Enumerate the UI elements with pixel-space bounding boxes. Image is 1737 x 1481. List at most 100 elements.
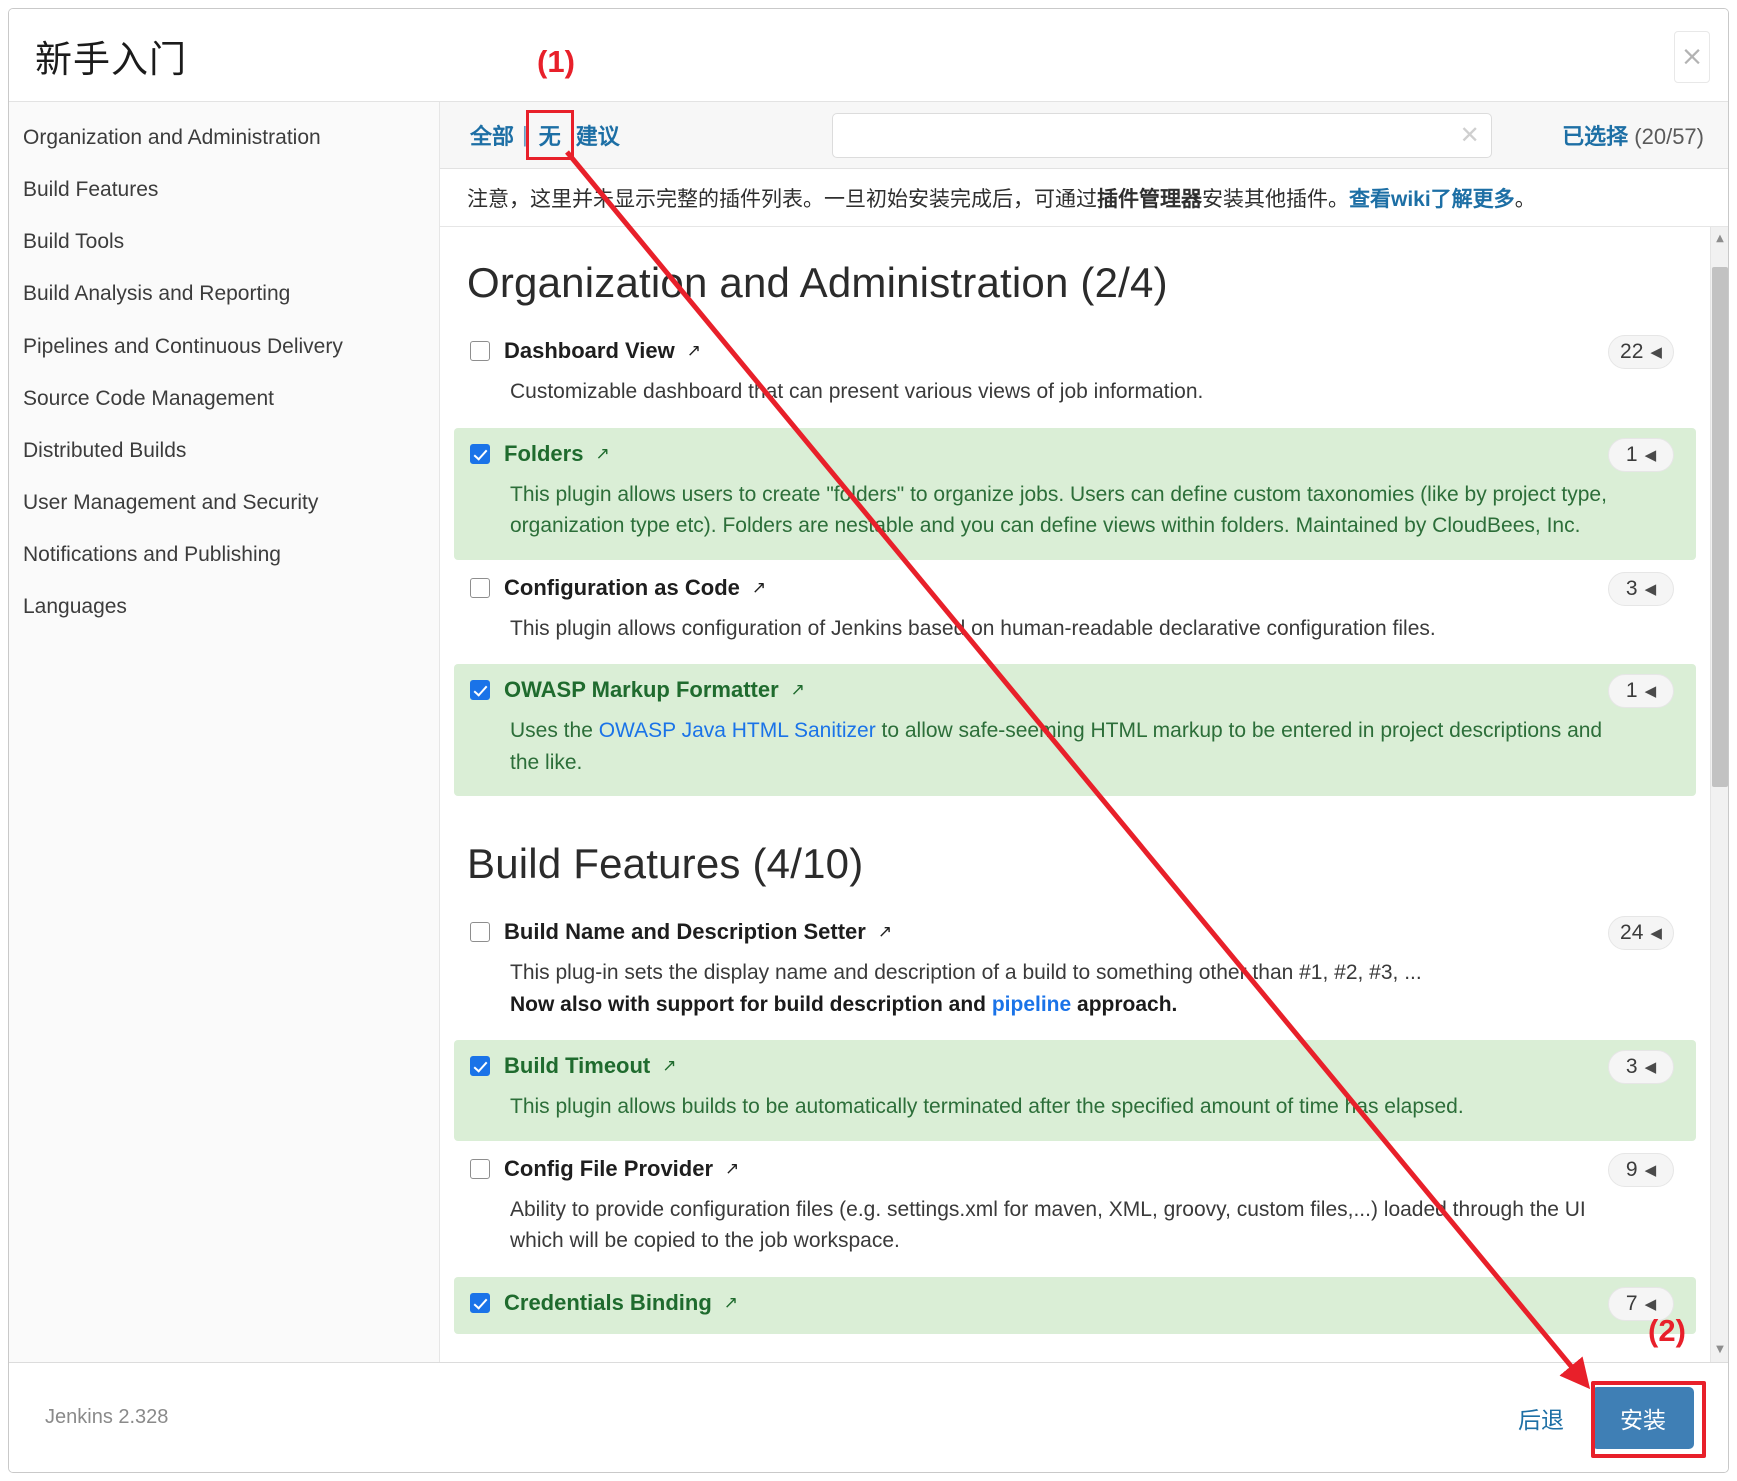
plugin-header: Config File Provider ↗ bbox=[470, 1156, 1680, 1182]
plugin-checkbox-config-file-provider[interactable] bbox=[470, 1158, 490, 1179]
dependency-count: 22 bbox=[1620, 340, 1644, 363]
plugin-row-owasp-markup-formatter[interactable]: OWASP Markup Formatter ↗ Uses the OWASP … bbox=[454, 664, 1696, 796]
plugin-header: Folders ↗ bbox=[470, 441, 1680, 467]
plugin-row-build-timeout[interactable]: Build Timeout ↗ This plugin allows build… bbox=[454, 1040, 1696, 1141]
scrollbar-thumb[interactable] bbox=[1712, 267, 1728, 787]
tab-select-suggested[interactable]: 建议 bbox=[570, 117, 626, 153]
category-sidebar: Organization and Administration Build Fe… bbox=[9, 102, 440, 1362]
external-link-icon[interactable]: ↗ bbox=[725, 1159, 739, 1179]
jenkins-version: Jenkins 2.328 bbox=[45, 1406, 169, 1428]
dependency-badge-build-timeout[interactable]: 3 ◀ bbox=[1608, 1050, 1674, 1084]
plugin-description: Ability to provide configuration files (… bbox=[510, 1197, 1586, 1253]
plugin-name-dashboard-view[interactable]: Dashboard View bbox=[504, 338, 675, 364]
group-title-build-features: Build Features (4/10) bbox=[467, 840, 864, 887]
plugin-name-config-file-provider[interactable]: Config File Provider bbox=[504, 1156, 713, 1182]
plugin-name-build-timeout[interactable]: Build Timeout bbox=[504, 1053, 650, 1079]
external-link-icon[interactable]: ↗ bbox=[878, 922, 892, 942]
caret-left-icon: ◀ bbox=[1650, 924, 1662, 942]
plugin-header: Build Timeout ↗ bbox=[470, 1053, 1680, 1079]
plugin-search: ✕ bbox=[831, 112, 1492, 158]
plugin-name-folders[interactable]: Folders bbox=[504, 441, 583, 467]
plugin-description: Uses the OWASP Java HTML Sanitizer to al… bbox=[510, 719, 1603, 774]
plugin-checkbox-build-name-and-description-setter[interactable] bbox=[470, 922, 490, 942]
dependency-badge-dashboard-view[interactable]: 22 ◀ bbox=[1608, 335, 1674, 369]
plugin-row-build-name-and-description-setter[interactable]: Build Name and Description Setter ↗ This… bbox=[454, 906, 1696, 1038]
plugin-row-dashboard-view[interactable]: Dashboard View ↗ Customizable dashboard … bbox=[454, 325, 1696, 426]
notice-text-3: 。 bbox=[1514, 187, 1536, 211]
tab-select-all[interactable]: 全部 bbox=[464, 117, 520, 153]
sidebar-item-user-management-and-security[interactable]: User Management and Security bbox=[9, 477, 439, 529]
plugin-main-panel: 全部 | 无 建议 ✕ 已选择 (20/57) 注意，这里并未显示完整的插件列表… bbox=[440, 102, 1728, 1362]
search-input[interactable] bbox=[831, 112, 1492, 158]
sidebar-item-build-analysis-and-reporting[interactable]: Build Analysis and Reporting bbox=[9, 268, 439, 320]
scroll-down-icon[interactable]: ▼ bbox=[1711, 1340, 1728, 1358]
notice-text-1: 注意，这里并未显示完整的插件列表。一旦初始安装完成后，可通过 bbox=[467, 187, 1097, 211]
plugin-name-owasp-markup-formatter[interactable]: OWASP Markup Formatter bbox=[504, 677, 779, 703]
selected-count-value: (20/57) bbox=[1634, 124, 1704, 149]
plugin-name-credentials-binding[interactable]: Credentials Binding bbox=[504, 1290, 712, 1316]
plugin-header: Credentials Binding ↗ bbox=[470, 1290, 1680, 1316]
plugin-row-folders[interactable]: Folders ↗ This plugin allows users to cr… bbox=[454, 427, 1696, 560]
caret-left-icon: ◀ bbox=[1644, 1294, 1657, 1313]
dependency-count: 3 bbox=[1625, 576, 1638, 600]
plugin-checkbox-owasp-markup-formatter[interactable] bbox=[470, 680, 490, 700]
plugin-name-configuration-as-code[interactable]: Configuration as Code bbox=[504, 575, 740, 601]
group-title-organization-and-administration: Organization and Administration (2/4) bbox=[467, 259, 1168, 306]
notice-wiki-link[interactable]: 查看wiki了解更多 bbox=[1349, 183, 1515, 213]
plugin-checkbox-folders[interactable] bbox=[470, 443, 490, 464]
caret-left-icon: ◀ bbox=[1644, 579, 1657, 598]
dialog-titlebar: 新手入门 × bbox=[9, 9, 1728, 102]
caret-left-icon: ◀ bbox=[1644, 682, 1657, 700]
caret-left-icon: ◀ bbox=[1644, 1058, 1657, 1076]
plugin-row-configuration-as-code[interactable]: Configuration as Code ↗ This plugin allo… bbox=[454, 562, 1696, 663]
dependency-count: 24 bbox=[1620, 921, 1644, 944]
sidebar-item-pipelines-and-continuous-delivery[interactable]: Pipelines and Continuous Delivery bbox=[9, 321, 439, 373]
sidebar-item-notifications-and-publishing[interactable]: Notifications and Publishing bbox=[9, 529, 439, 581]
plugin-row-config-file-provider[interactable]: Config File Provider ↗ Ability to provid… bbox=[454, 1143, 1696, 1275]
sidebar-item-languages[interactable]: Languages bbox=[9, 581, 439, 633]
install-button[interactable]: 安装 bbox=[1592, 1386, 1694, 1449]
sidebar-item-build-tools[interactable]: Build Tools bbox=[9, 216, 439, 268]
notice-text-2: 安装其他插件。 bbox=[1202, 187, 1349, 211]
dependency-count: 9 bbox=[1625, 1157, 1638, 1181]
plugin-list-scrollbar[interactable]: ▲ ▼ bbox=[1710, 227, 1728, 1362]
plugin-header: Configuration as Code ↗ bbox=[470, 575, 1680, 601]
dependency-badge-config-file-provider[interactable]: 9 ◀ bbox=[1608, 1152, 1674, 1187]
sidebar-item-organization-and-administration[interactable]: Organization and Administration bbox=[9, 112, 439, 164]
back-button[interactable]: 后退 bbox=[1518, 1401, 1564, 1435]
plugin-checkbox-credentials-binding[interactable] bbox=[470, 1292, 490, 1313]
selection-tabs: 全部 | 无 建议 bbox=[464, 110, 626, 160]
caret-left-icon: ◀ bbox=[1644, 1160, 1657, 1179]
notice-bold-plugin-manager: 插件管理器 bbox=[1097, 187, 1202, 211]
dependency-count: 1 bbox=[1625, 442, 1638, 466]
plugin-name-build-name-and-description-setter[interactable]: Build Name and Description Setter bbox=[504, 919, 866, 945]
clear-search-icon[interactable]: ✕ bbox=[1460, 123, 1480, 147]
tab-select-none[interactable]: 无 bbox=[525, 110, 574, 160]
selected-count: 已选择 (20/57) bbox=[1562, 119, 1704, 151]
external-link-icon[interactable]: ↗ bbox=[724, 1293, 738, 1313]
scroll-up-icon[interactable]: ▲ bbox=[1711, 229, 1728, 247]
dependency-badge-owasp-markup-formatter[interactable]: 1 ◀ bbox=[1608, 674, 1674, 708]
caret-left-icon: ◀ bbox=[1650, 343, 1662, 361]
dependency-badge-build-name-and-description-setter[interactable]: 24 ◀ bbox=[1608, 916, 1674, 950]
plugin-checkbox-configuration-as-code[interactable] bbox=[470, 577, 490, 598]
sidebar-item-distributed-builds[interactable]: Distributed Builds bbox=[9, 425, 439, 477]
dependency-badge-configuration-as-code[interactable]: 3 ◀ bbox=[1608, 571, 1674, 606]
plugin-description: This plugin allows configuration of Jenk… bbox=[510, 616, 1436, 640]
close-icon[interactable]: × bbox=[1674, 31, 1710, 83]
plugin-row-credentials-binding[interactable]: Credentials Binding ↗ 7 ◀ bbox=[454, 1276, 1696, 1334]
external-link-icon[interactable]: ↗ bbox=[687, 341, 701, 361]
getting-started-screen: 新手入门 × Organization and Administration B… bbox=[0, 0, 1737, 1481]
external-link-icon[interactable]: ↗ bbox=[595, 444, 609, 464]
external-link-icon[interactable]: ↗ bbox=[752, 578, 766, 598]
plugin-filter-bar: 全部 | 无 建议 ✕ 已选择 (20/57) bbox=[440, 102, 1728, 169]
sidebar-item-build-features[interactable]: Build Features bbox=[9, 164, 439, 216]
sidebar-item-source-code-management[interactable]: Source Code Management bbox=[9, 373, 439, 425]
dependency-badge-folders[interactable]: 1 ◀ bbox=[1608, 437, 1674, 472]
page-title: 新手入门 bbox=[35, 39, 187, 80]
plugin-checkbox-build-timeout[interactable] bbox=[470, 1056, 490, 1076]
external-link-icon[interactable]: ↗ bbox=[662, 1056, 676, 1076]
plugin-checkbox-dashboard-view[interactable] bbox=[470, 341, 490, 361]
dependency-badge-credentials-binding[interactable]: 7 ◀ bbox=[1608, 1286, 1674, 1321]
external-link-icon[interactable]: ↗ bbox=[791, 680, 805, 700]
